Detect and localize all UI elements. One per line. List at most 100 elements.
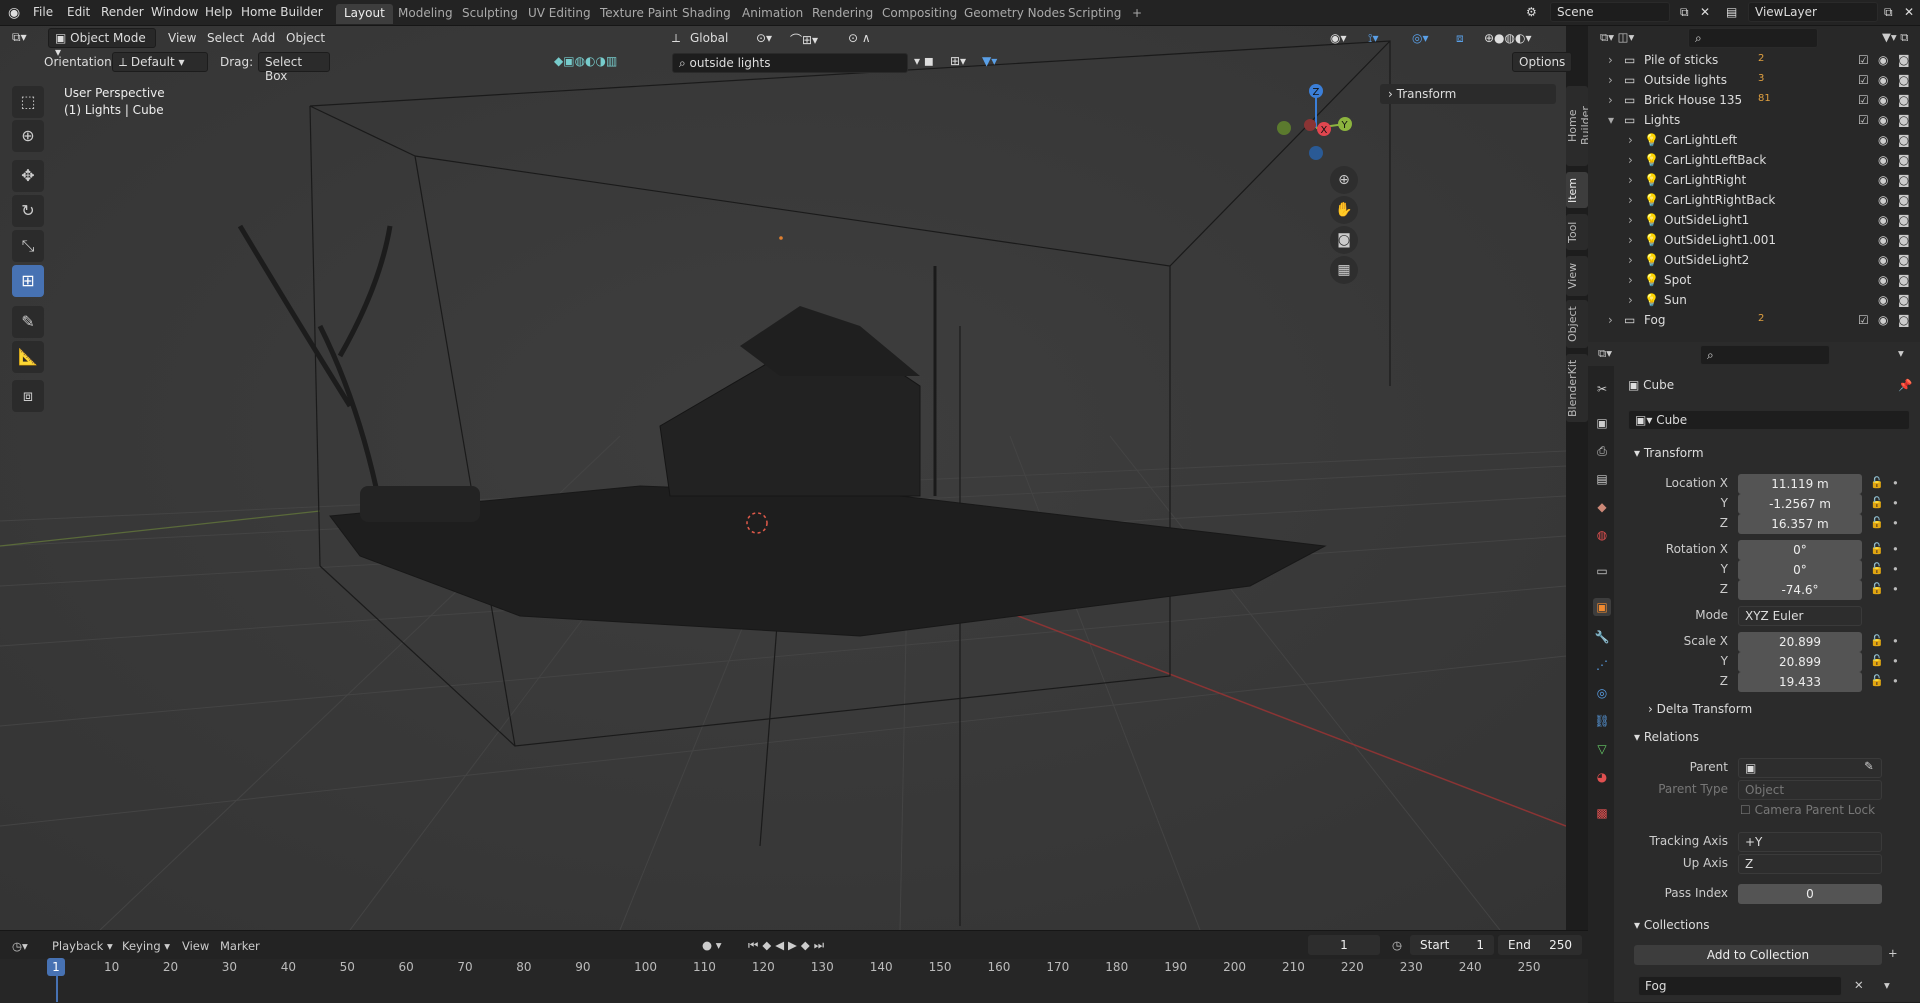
outliner-row[interactable]: ▾ ▭ Lights ☑ ◉ ◙ (1588, 110, 1920, 130)
tab-animation[interactable]: Animation (734, 4, 811, 24)
eye-icon[interactable]: ◉ (1878, 313, 1888, 327)
remove-collection-icon[interactable]: ✕ (1854, 978, 1864, 992)
tab-sculpting[interactable]: Sculpting (454, 4, 526, 24)
rotation-x-field[interactable]: 0° (1738, 540, 1862, 560)
add-collection-plus-icon[interactable]: + (1888, 946, 1898, 960)
menu-playback[interactable]: Playback ▾ (52, 939, 113, 953)
keyframe-dot-icon[interactable]: • (1892, 496, 1899, 510)
close-icon[interactable]: ✕ (1700, 5, 1710, 19)
add-to-collection-button[interactable]: Add to Collection (1634, 945, 1882, 965)
menu-help[interactable]: Help (205, 5, 232, 19)
scene-props-icon[interactable]: ◆ (1593, 498, 1611, 516)
clock-icon[interactable]: ◷ (1392, 938, 1402, 952)
collection-props-icon[interactable]: ▭ (1593, 562, 1611, 580)
mode-dropdown[interactable]: ▣ Object Mode ▾ (48, 28, 156, 59)
menu-keying[interactable]: Keying ▾ (122, 939, 170, 953)
copy-layer-icon[interactable]: ⧉ (1884, 5, 1893, 20)
start-frame-field[interactable]: Start 1 (1410, 935, 1494, 955)
expand-arrow-icon[interactable]: › (1608, 53, 1613, 67)
outliner-row[interactable]: › ▭ Pile of sticks 2 ☑ ◉ ◙ (1588, 50, 1920, 70)
eye-icon[interactable]: ◉ (1878, 133, 1888, 147)
outliner-row[interactable]: › ▭ Fog 2 ☑ ◉ ◙ (1588, 310, 1920, 330)
expand-arrow-icon[interactable]: › (1628, 213, 1633, 227)
lock-icon[interactable]: 🔓 (1870, 634, 1884, 647)
expand-arrow-icon[interactable]: › (1628, 193, 1633, 207)
playback-controls[interactable]: ⏮◆◀▶◆⏭ (748, 938, 828, 953)
keyframe-dot-icon[interactable]: • (1892, 516, 1899, 530)
scale-tool-icon[interactable]: ⤡ (12, 230, 44, 262)
record-icon[interactable]: ● ▾ (702, 938, 721, 952)
camera-render-icon[interactable]: ◙ (1898, 313, 1910, 327)
lock-icon[interactable]: 🔓 (1870, 516, 1884, 529)
constraints-props-icon[interactable]: ⛓ (1593, 712, 1611, 730)
collections-section-header[interactable]: ▾ Collections (1634, 918, 1709, 932)
collection-menu-icon[interactable]: ▾ (1884, 978, 1890, 992)
outliner-row[interactable]: › 💡 CarLightLeftBack ◉ ◙ (1588, 150, 1920, 170)
camera-icon[interactable]: ◙ (1330, 226, 1358, 254)
props-dropdown-icon[interactable]: ▾ (1898, 346, 1904, 360)
zoom-icon[interactable]: ⊕ (1330, 166, 1358, 194)
delta-transform-header[interactable]: › Delta Transform (1648, 702, 1752, 716)
menu-render[interactable]: Render (101, 5, 144, 19)
transform-section-header[interactable]: ▾ Transform (1634, 446, 1704, 460)
modifier-props-icon[interactable]: 🔧 (1593, 628, 1611, 646)
search-input[interactable]: ⌕ outside lights (672, 53, 908, 73)
lock-icon[interactable]: 🔓 (1870, 654, 1884, 667)
3d-viewport[interactable]: User Perspective (1) Lights | Cube › Tra… (0, 26, 1566, 930)
physics-props-icon[interactable]: ◎ (1593, 684, 1611, 702)
camera-render-icon[interactable]: ◙ (1898, 73, 1910, 87)
keyframe-dot-icon[interactable]: • (1892, 634, 1899, 648)
search-dropdown-icon[interactable]: ▾ ◼ (914, 54, 934, 68)
menu-window[interactable]: Window (151, 5, 198, 19)
expand-arrow-icon[interactable]: › (1628, 133, 1633, 147)
rotate-tool-icon[interactable]: ↻ (12, 195, 44, 227)
options-dropdown[interactable]: Options (1512, 52, 1572, 72)
overlay-toggle-icon[interactable]: ◎▾ (1412, 31, 1429, 45)
scene-field[interactable]: Scene (1550, 2, 1670, 22)
lock-icon[interactable]: 🔓 (1870, 476, 1884, 489)
navigation-gizmo[interactable]: Z Y X (1270, 81, 1362, 161)
measure-tool-icon[interactable]: 📐 (12, 341, 44, 373)
expand-arrow-icon[interactable]: › (1628, 273, 1633, 287)
editor-type-icon[interactable]: ⧉▾ (12, 30, 27, 45)
pass-index-field[interactable]: 0 (1738, 884, 1882, 904)
rotation-y-field[interactable]: 0° (1738, 560, 1862, 580)
rotation-z-field[interactable]: -74.6° (1738, 580, 1862, 600)
shading-modes-icon[interactable]: ⊕●◍◐▾ (1484, 31, 1532, 45)
camera-render-icon[interactable]: ◙ (1898, 253, 1910, 267)
orientation-dropdown[interactable]: ⟂ Default ▾ (112, 52, 208, 72)
keyframe-dot-icon[interactable]: • (1892, 542, 1899, 556)
end-frame-field[interactable]: End 250 (1498, 935, 1582, 955)
keyframe-dot-icon[interactable]: • (1892, 476, 1899, 490)
camera-render-icon[interactable]: ◙ (1898, 193, 1910, 207)
menu-edit[interactable]: Edit (67, 5, 90, 19)
drag-dropdown[interactable]: Select Box (258, 52, 330, 83)
eye-icon[interactable]: ◉ (1878, 53, 1888, 67)
expand-arrow-icon[interactable]: › (1628, 153, 1633, 167)
current-frame-field[interactable]: 1 (1308, 935, 1380, 955)
lock-icon[interactable]: 🔓 (1870, 562, 1884, 575)
camera-render-icon[interactable]: ◙ (1898, 173, 1910, 187)
include-checkbox-icon[interactable]: ☑ (1858, 113, 1869, 127)
eye-icon[interactable]: ◉ (1878, 193, 1888, 207)
cursor-tool-icon[interactable]: ⊕ (12, 120, 44, 152)
tab-geometry-nodes[interactable]: Geometry Nodes (956, 4, 1073, 24)
pin-icon[interactable]: 📌 (1898, 378, 1912, 392)
eye-icon[interactable]: ◉ (1878, 153, 1888, 167)
expand-arrow-icon[interactable]: › (1628, 253, 1633, 267)
eye-icon[interactable]: ◉ (1878, 273, 1888, 287)
outliner-row[interactable]: › 💡 OutSideLight1 ◉ ◙ (1588, 210, 1920, 230)
outliner-editor-icon[interactable]: ⧉▾ ◫▾ (1600, 30, 1634, 45)
view-options-icon[interactable]: ⊞▾ (950, 54, 966, 68)
keyframe-dot-icon[interactable]: • (1892, 674, 1899, 688)
include-checkbox-icon[interactable]: ☑ (1858, 73, 1869, 87)
object-name-field[interactable]: ▣▾ Cube (1628, 410, 1910, 430)
xray-icon[interactable]: ⧈ (1456, 31, 1464, 46)
outliner-row[interactable]: › 💡 Spot ◉ ◙ (1588, 270, 1920, 290)
scale-x-field[interactable]: 20.899 (1738, 632, 1862, 652)
menu-home-builder[interactable]: Home Builder (241, 5, 323, 19)
tracking-axis-dropdown[interactable]: +Y (1738, 832, 1882, 852)
tab-compositing[interactable]: Compositing (874, 4, 965, 24)
outliner-row[interactable]: › 💡 Sun ◉ ◙ (1588, 290, 1920, 310)
relations-section-header[interactable]: ▾ Relations (1634, 730, 1699, 744)
